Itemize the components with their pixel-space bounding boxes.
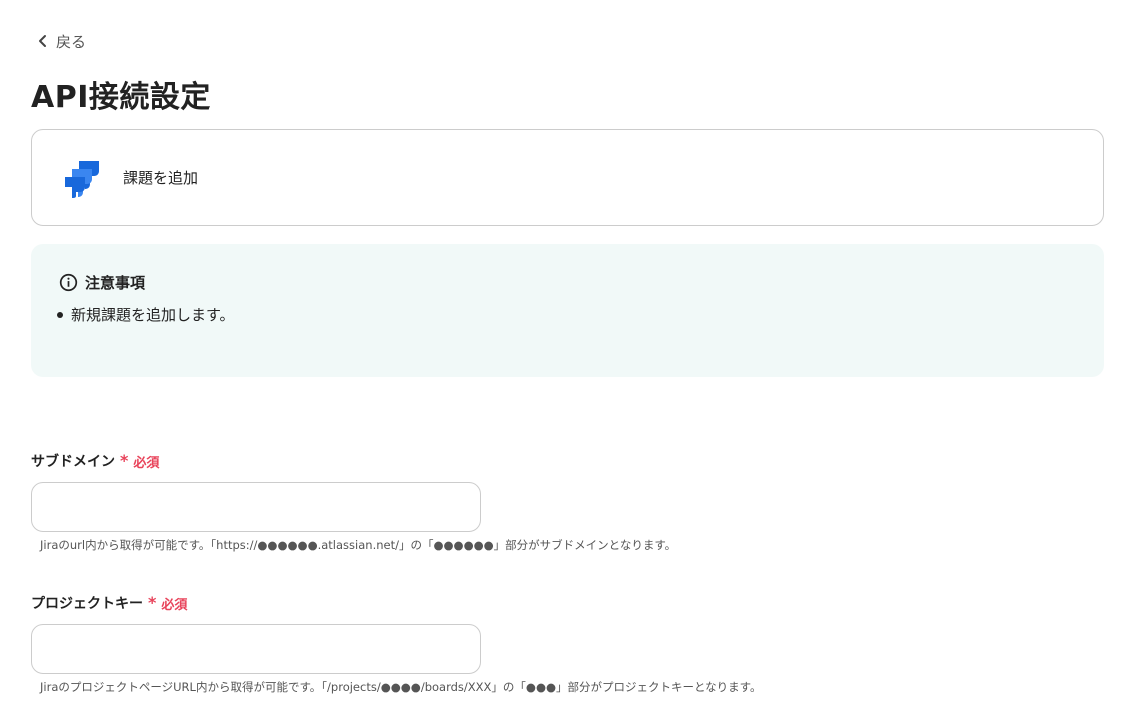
project-key-label-text: プロジェクトキー bbox=[31, 596, 143, 612]
page-title: API接続設定 bbox=[31, 80, 211, 115]
info-circle-icon bbox=[59, 273, 78, 292]
app-action-card: 課題を追加 bbox=[31, 129, 1104, 226]
notice-item-text: 新規課題を追加します。 bbox=[71, 306, 235, 324]
notice-heading: 注意事項 bbox=[59, 272, 145, 293]
subdomain-help-text: Jiraのurl内から取得が可能です。「https://●●●●●●.atlas… bbox=[40, 538, 677, 552]
jira-logo-icon bbox=[65, 161, 99, 198]
required-asterisk-icon: * bbox=[120, 451, 129, 470]
required-badge: 必須 bbox=[133, 455, 160, 471]
back-link[interactable]: 戻る bbox=[36, 31, 86, 51]
subdomain-label-text: サブドメイン bbox=[31, 454, 115, 470]
notice-heading-text: 注意事項 bbox=[85, 274, 146, 292]
notice-list: 新規課題を追加します。 bbox=[57, 304, 235, 325]
subdomain-label: サブドメイン * 必須 bbox=[31, 451, 159, 471]
project-key-label: プロジェクトキー * 必須 bbox=[31, 593, 187, 613]
required-asterisk-icon: * bbox=[148, 593, 157, 612]
project-key-help-text: JiraのプロジェクトページURL内から取得が可能です。「/projects/●… bbox=[40, 680, 762, 694]
required-badge: 必須 bbox=[161, 597, 188, 613]
bullet-icon bbox=[57, 311, 63, 318]
page: 戻る API接続設定 課題を追加 注意事項 新規課題を追加します。 サブドメイン… bbox=[0, 0, 1137, 720]
notice-box: 注意事項 新規課題を追加します。 bbox=[31, 244, 1104, 377]
project-key-input[interactable] bbox=[31, 624, 481, 674]
chevron-left-icon bbox=[39, 35, 46, 47]
back-label: 戻る bbox=[56, 32, 87, 51]
subdomain-input[interactable] bbox=[31, 482, 481, 532]
action-label: 課題を追加 bbox=[123, 169, 199, 187]
list-item: 新規課題を追加します。 bbox=[57, 304, 235, 325]
